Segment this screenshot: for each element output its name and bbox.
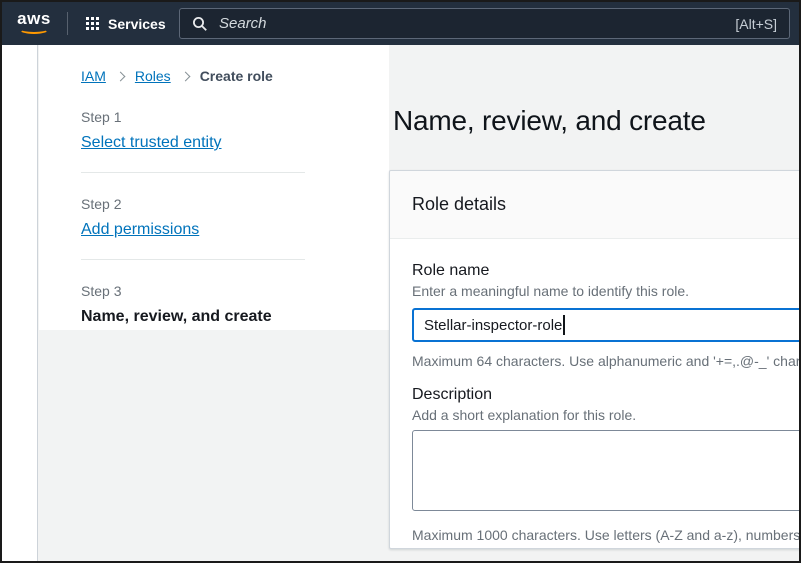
wizard-step-1: Step 1 Select trusted entity <box>81 109 305 172</box>
description-hint: Add a short explanation for this role. <box>412 407 801 423</box>
role-name-hint: Enter a meaningful name to identify this… <box>412 283 801 299</box>
wizard-step-3: Step 3 Name, review, and create <box>81 283 305 326</box>
services-menu-button[interactable]: Services <box>86 2 166 45</box>
global-search-input[interactable]: Search [Alt+S] <box>179 8 790 39</box>
page-title: Name, review, and create <box>393 105 706 137</box>
breadcrumb-link-roles[interactable]: Roles <box>135 68 171 84</box>
description-label: Description <box>412 386 801 404</box>
card-body: Role name Enter a meaningful name to ide… <box>390 239 801 543</box>
steps-divider <box>81 172 305 173</box>
breadcrumb: IAM Roles Create role <box>81 68 273 84</box>
chevron-right-icon <box>115 71 125 81</box>
role-details-card: Role details Role name Enter a meaningfu… <box>389 170 801 549</box>
card-header: Role details <box>390 171 801 239</box>
wizard-step-2: Step 2 Add permissions <box>81 196 305 259</box>
steps-divider <box>81 259 305 260</box>
step-link-add-permissions[interactable]: Add permissions <box>81 221 199 239</box>
grid-icon <box>86 17 99 30</box>
wizard-steps-nav: Step 1 Select trusted entity Step 2 Add … <box>81 109 305 326</box>
collapsed-side-panel <box>2 45 38 561</box>
step-current-name-review-create: Name, review, and create <box>81 308 272 325</box>
app-window: aws Services Search [Alt+S] IAM Roles Cr… <box>0 0 801 563</box>
role-name-value: Stellar-inspector-role <box>424 317 562 334</box>
chevron-right-icon <box>180 71 190 81</box>
role-name-input[interactable]: Stellar-inspector-role <box>412 308 801 342</box>
step-number-label: Step 2 <box>81 196 305 212</box>
step-number-label: Step 3 <box>81 283 305 299</box>
search-shortcut-hint: [Alt+S] <box>735 16 777 32</box>
card-title: Role details <box>412 194 506 215</box>
description-constraint: Maximum 1000 characters. Use letters (A-… <box>412 527 801 543</box>
step-number-label: Step 1 <box>81 109 305 125</box>
search-icon <box>192 16 208 32</box>
aws-top-nav: aws Services Search [Alt+S] <box>2 2 799 45</box>
aws-logo-text: aws <box>16 10 52 27</box>
role-name-constraint: Maximum 64 characters. Use alphanumeric … <box>412 353 801 369</box>
topbar-divider <box>67 12 68 35</box>
breadcrumb-current-create-role: Create role <box>200 68 273 84</box>
role-name-label: Role name <box>412 262 801 280</box>
role-name-field-group: Role name Enter a meaningful name to ide… <box>412 262 801 369</box>
search-placeholder: Search <box>219 15 267 32</box>
description-field-group: Description Add a short explanation for … <box>412 386 801 543</box>
services-label: Services <box>108 16 166 32</box>
aws-logo[interactable]: aws <box>16 10 52 34</box>
description-textarea[interactable] <box>412 430 801 511</box>
step-link-select-trusted-entity[interactable]: Select trusted entity <box>81 134 222 152</box>
breadcrumb-link-iam[interactable]: IAM <box>81 68 106 84</box>
text-cursor <box>563 315 565 335</box>
